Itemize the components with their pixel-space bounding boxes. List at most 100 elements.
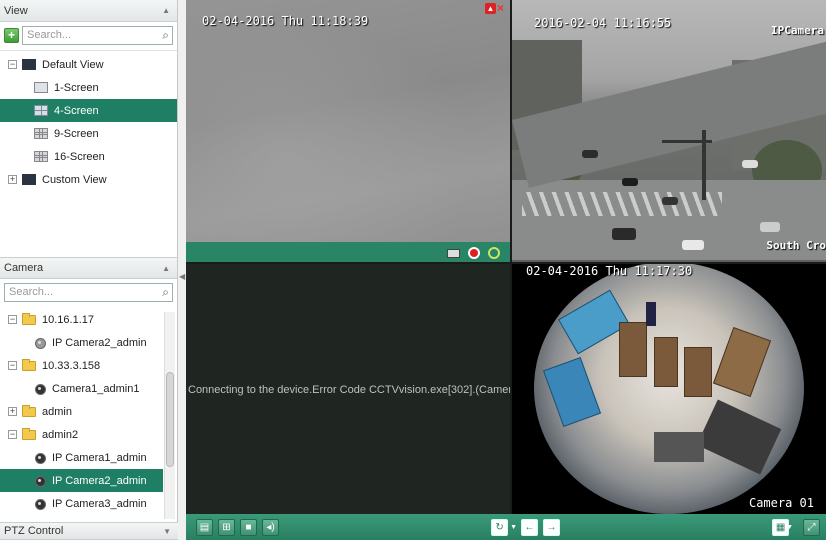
collapse-icon[interactable]: − — [8, 430, 17, 439]
stop-all-icon[interactable]: ■ — [240, 518, 257, 536]
view-panel-header[interactable]: View ▲ — [0, 0, 177, 22]
osd-camera-name: IPCamera — [771, 24, 824, 37]
camera-icon — [34, 337, 46, 349]
camera-search-input[interactable]: Search... ⌕ — [4, 282, 173, 302]
osd-timestamp: 02-04-2016 Thu 11:18:39 — [202, 14, 369, 28]
camera-tree-label: IP Camera2_admin — [52, 336, 147, 349]
view-tree-item[interactable]: 16-Screen — [0, 145, 177, 168]
camera-icon — [34, 498, 46, 510]
folder-icon — [22, 358, 36, 371]
default-view-icon — [22, 59, 36, 70]
fullscreen-icon[interactable]: ⤢ — [803, 518, 820, 536]
folder-icon — [22, 404, 36, 417]
camera-tree: − 10.16.1.17 IP Camera2_admin − 10.33.3.158 C… — [0, 305, 177, 512]
search-icon[interactable]: ⌕ — [162, 29, 169, 41]
view-tree-label: 1-Screen — [54, 81, 99, 94]
left-panel: View ▲ + Search... ⌕ − Default View 1-Scre… — [0, 0, 178, 540]
camera-tree-label: admin — [42, 405, 72, 418]
add-view-button[interactable]: + — [4, 27, 19, 43]
refresh-icon[interactable]: ↻ — [491, 518, 509, 536]
camera-item[interactable]: IP Camera1_admin — [0, 446, 163, 469]
camera-tree-label: 10.33.3.158 — [42, 359, 101, 372]
nine-screen-icon — [34, 128, 48, 139]
ptz-panel-title: PTZ Control — [4, 525, 64, 537]
save-view-as-icon[interactable]: ⊞ — [218, 518, 235, 536]
device-group-item[interactable]: − 10.16.1.17 — [0, 308, 163, 331]
camera-icon — [34, 383, 46, 395]
view-tree-label: 4-Screen — [54, 104, 99, 117]
camera-panel-header[interactable]: Camera ▲ — [0, 257, 177, 279]
bell-icon: ▲ — [484, 3, 496, 14]
osd-timestamp: 2016-02-04 11:16:55 — [534, 16, 672, 30]
chevron-down-icon[interactable]: ▼ — [786, 524, 793, 531]
camera-tree-scrollbar[interactable] — [164, 312, 175, 519]
camera-icon — [34, 475, 46, 487]
close-icon[interactable]: × — [497, 2, 504, 14]
camera-tree-label: IP Camera3_admin — [52, 497, 147, 510]
folder-icon — [22, 312, 36, 325]
view-search-placeholder: Search... — [27, 29, 72, 41]
device-group-item[interactable]: − 10.33.3.158 — [0, 354, 163, 377]
pane-toolbar — [186, 242, 510, 262]
camera-tree-label: IP Camera2_admin — [52, 474, 147, 487]
collapse-icon[interactable]: − — [8, 315, 17, 324]
camera-item[interactable]: IP Camera2_admin — [0, 331, 163, 354]
view-tree-item[interactable]: 4-Screen — [0, 99, 177, 122]
camera-item[interactable]: IP Camera3_admin — [0, 492, 163, 515]
four-screen-icon — [34, 105, 48, 116]
refresh-icon[interactable] — [488, 247, 500, 259]
camera-tree-label: IP Camera1_admin — [52, 451, 147, 464]
one-screen-icon — [34, 82, 48, 93]
expand-down-icon[interactable]: ▼ — [163, 527, 171, 536]
view-tree-item[interactable]: 9-Screen — [0, 122, 177, 145]
chevron-down-icon[interactable]: ▼ — [510, 524, 517, 531]
osd-street-name: South Cro — [766, 239, 826, 252]
previous-page-icon[interactable]: ← — [521, 518, 538, 536]
live-view-grid: 02-04-2016 Thu 11:18:39 ▲ × 2016-02-04 1… — [186, 0, 826, 514]
expand-icon[interactable]: + — [8, 175, 17, 184]
sixteen-screen-icon — [34, 151, 48, 162]
camera-item[interactable]: Camera1_admin1 — [0, 377, 163, 400]
device-group-item[interactable]: + admin — [0, 400, 163, 423]
save-view-icon[interactable]: ▤ — [196, 518, 213, 536]
view-tree-item[interactable]: + Custom View — [0, 168, 177, 191]
view-tree-label: Default View — [42, 58, 104, 71]
view-tree-item[interactable]: − Default View — [0, 53, 177, 76]
capture-icon[interactable] — [447, 248, 460, 258]
collapse-icon[interactable]: − — [8, 60, 17, 69]
audio-icon[interactable]: ◂) — [262, 518, 279, 536]
collapse-icon[interactable]: − — [8, 361, 17, 370]
view-tree-label: Custom View — [42, 173, 107, 186]
bottom-toolbar: ▤ ⊞ ■ ◂) ↻ ▼ ← → ▦ ▼ ⤢ — [186, 514, 826, 540]
expand-icon[interactable]: + — [8, 407, 17, 416]
collapse-left-icon[interactable]: ◀ — [179, 272, 185, 281]
camera-panel-title: Camera — [4, 262, 44, 274]
camera-tree-label: 10.16.1.17 — [42, 313, 94, 326]
video-pane-4[interactable]: 02-04-2016 Thu 11:17:30 Camera 01 — [512, 264, 826, 514]
view-panel-title: View — [4, 4, 28, 17]
video-pane-2[interactable]: 2016-02-04 11:16:55 IPCamera South Cro — [512, 0, 826, 262]
search-icon[interactable]: ⌕ — [162, 286, 169, 298]
collapse-up-icon[interactable]: ▲ — [162, 6, 170, 15]
collapse-up-icon[interactable]: ▲ — [162, 264, 170, 273]
camera-item[interactable]: IP Camera2_admin — [0, 469, 163, 492]
connection-error-message: Connecting to the device.Error Code CCTV… — [188, 384, 510, 396]
alarm-indicator[interactable]: ▲ × — [484, 2, 504, 14]
record-icon[interactable] — [468, 247, 480, 259]
custom-view-icon — [22, 174, 36, 185]
view-tree-label: 16-Screen — [54, 150, 105, 163]
scrollbar-thumb[interactable] — [166, 372, 174, 467]
camera-search-placeholder: Search... — [9, 286, 54, 298]
camera-tree-label: Camera1_admin1 — [52, 382, 140, 395]
ptz-panel-header[interactable]: PTZ Control ▼ — [0, 522, 178, 540]
folder-icon — [22, 427, 36, 440]
camera-tree-label: admin2 — [42, 428, 79, 441]
video-pane-1[interactable]: 02-04-2016 Thu 11:18:39 ▲ × — [186, 0, 510, 262]
view-tree-item[interactable]: 1-Screen — [0, 76, 177, 99]
osd-camera-name: Camera 01 — [748, 496, 814, 510]
view-search-input[interactable]: Search... ⌕ — [22, 25, 173, 45]
device-group-item[interactable]: − admin2 — [0, 423, 163, 446]
video-pane-3[interactable]: Connecting to the device.Error Code CCTV… — [186, 264, 510, 514]
osd-timestamp: 02-04-2016 Thu 11:17:30 — [526, 264, 693, 278]
next-page-icon[interactable]: → — [543, 518, 560, 536]
